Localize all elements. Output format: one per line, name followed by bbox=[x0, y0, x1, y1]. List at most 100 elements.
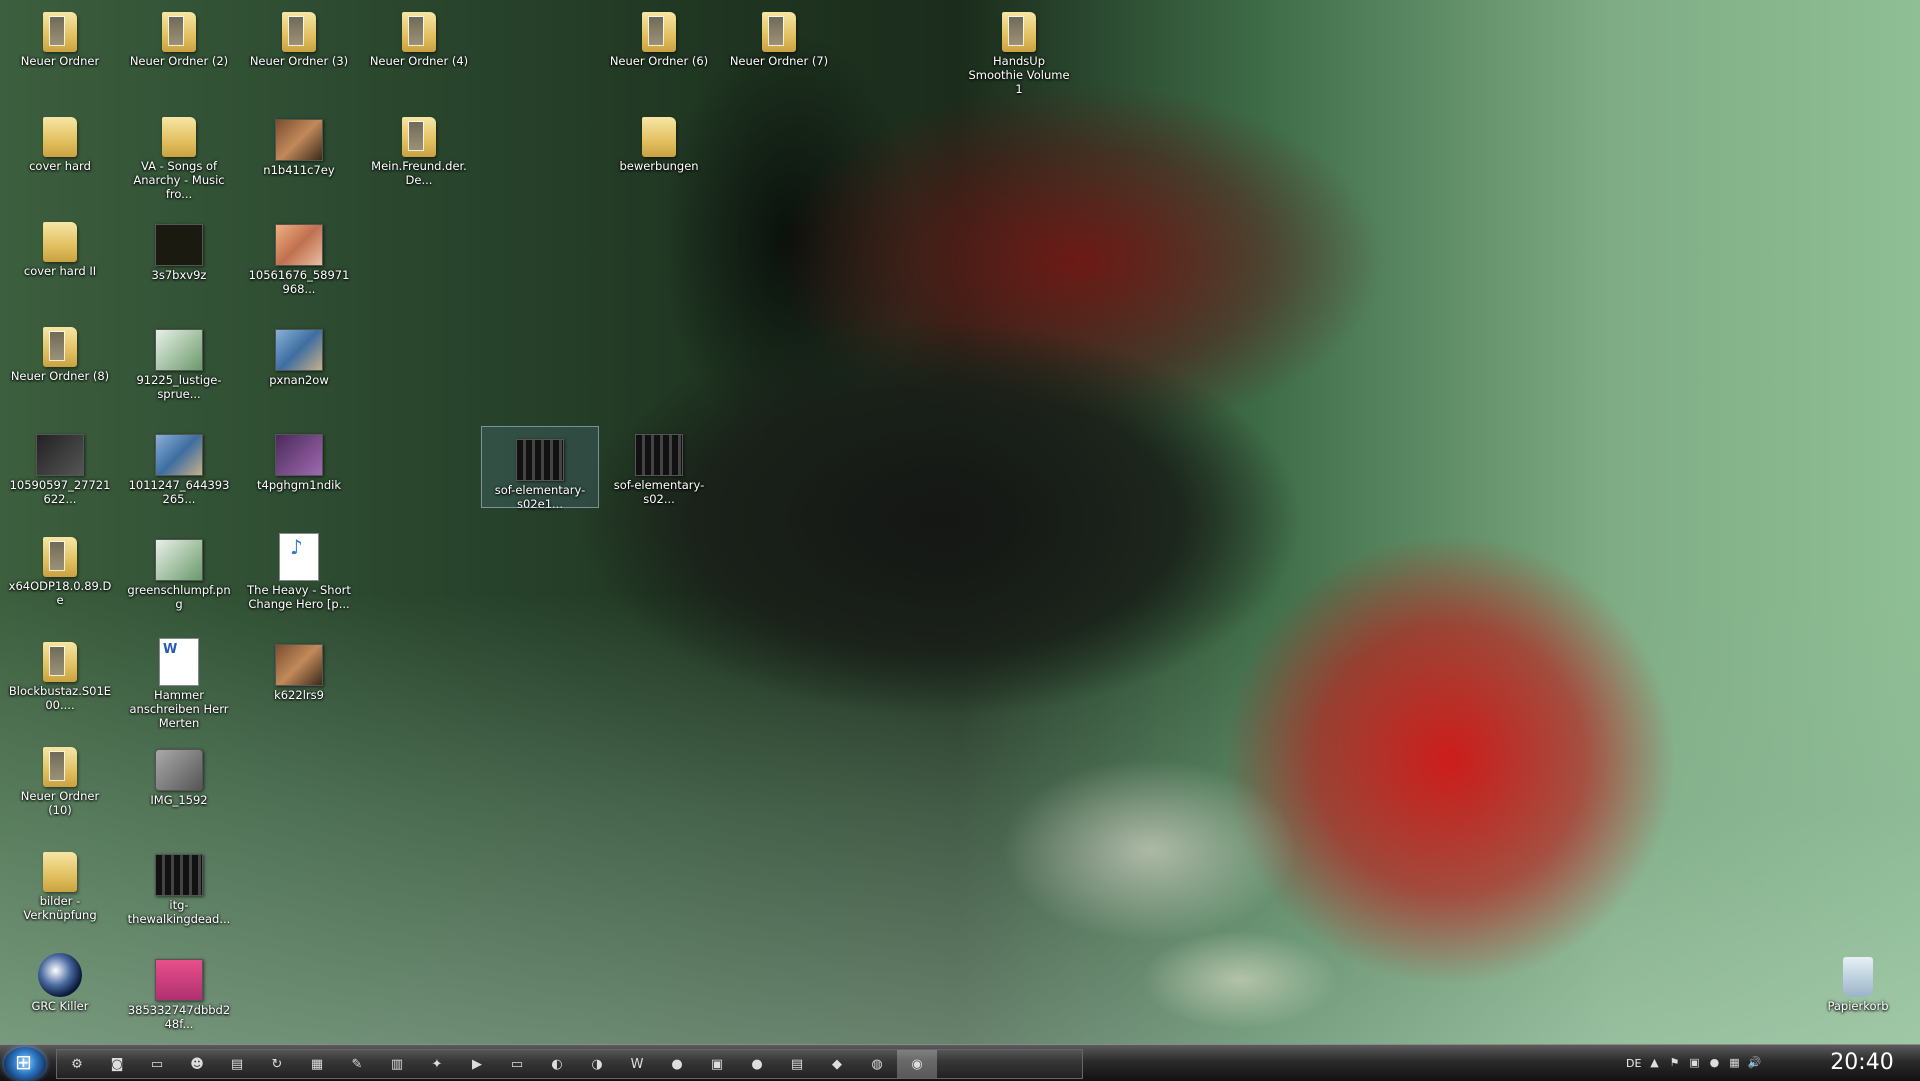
image-thumbnail-icon bbox=[275, 224, 323, 266]
folder-icon bbox=[282, 12, 316, 52]
desktop-icon-video[interactable]: sof-elementary-s02... bbox=[604, 422, 714, 506]
desktop-icon-folder[interactable]: cover hard II bbox=[5, 212, 115, 278]
icon-label: Papierkorb bbox=[1827, 999, 1889, 1013]
quicklaunch-app-icon[interactable]: ● bbox=[657, 1050, 697, 1078]
icon-label: 10561676_58971968... bbox=[248, 268, 350, 296]
desktop-icon-image[interactable]: t4pghgm1ndik bbox=[244, 422, 354, 492]
desktop-icon-folder[interactable]: bewerbungen bbox=[604, 107, 714, 173]
image-thumbnail-icon bbox=[155, 539, 203, 581]
desktop-icon-image[interactable]: 385332747dbbd248f... bbox=[124, 947, 234, 1031]
system-tray: DE ▲ ⚑ ▣ ● ▦ 🔊 bbox=[1626, 1047, 1806, 1079]
icon-label: Neuer Ordner (6) bbox=[609, 54, 709, 68]
image-thumbnail-icon bbox=[275, 329, 323, 371]
desktop-icon-folder[interactable]: Neuer Ordner (7) bbox=[724, 2, 834, 68]
desktop-icon-folder[interactable]: Neuer Ordner (2) bbox=[124, 2, 234, 68]
desktop-icon-folder[interactable]: Neuer Ordner (8) bbox=[5, 317, 115, 383]
desktop-icon-recycle-bin[interactable]: Papierkorb bbox=[1803, 947, 1913, 1013]
desktop-icon-folder[interactable]: cover hard bbox=[5, 107, 115, 173]
folder-icon bbox=[43, 12, 77, 52]
desktop-icon-folder[interactable]: Neuer Ordner (10) bbox=[5, 737, 115, 817]
show-hidden-icons-arrow-icon[interactable]: ▲ bbox=[1647, 1056, 1661, 1070]
desktop-icon-folder[interactable]: x64ODP18.0.89.De bbox=[5, 527, 115, 607]
icon-label: Neuer Ordner (8) bbox=[10, 369, 110, 383]
quicklaunch-app-icon[interactable]: ▦ bbox=[297, 1050, 337, 1078]
desktop-icon-image[interactable]: 91225_lustige-sprue... bbox=[124, 317, 234, 401]
folder-shortcut-icon bbox=[43, 852, 77, 892]
quicklaunch-media-icon[interactable]: ▶ bbox=[457, 1050, 497, 1078]
taskbar: ⚙ ◙ ▭ ☻ ▤ ↻ ▦ ✎ ▥ ✦ ▶ ▭ ◐ ◑ W ● ▣ ● ▤ ◆ … bbox=[0, 1044, 1920, 1081]
icon-label: 10590597_27721622... bbox=[9, 478, 111, 506]
icon-label: GRC Killer bbox=[31, 999, 89, 1013]
desktop-icon-folder[interactable]: Neuer Ordner (6) bbox=[604, 2, 714, 68]
action-center-flag-icon[interactable]: ⚑ bbox=[1667, 1056, 1681, 1070]
image-thumbnail-icon bbox=[155, 329, 203, 371]
folder-icon bbox=[43, 222, 77, 262]
desktop-icon-image[interactable]: k622lrs9 bbox=[244, 632, 354, 702]
quicklaunch-app-icon[interactable]: ▥ bbox=[377, 1050, 417, 1078]
icon-label: sof-elementary-s02... bbox=[613, 478, 705, 506]
tray-app-icon[interactable]: ● bbox=[1707, 1056, 1721, 1070]
quicklaunch-document-icon[interactable]: ▭ bbox=[137, 1050, 177, 1078]
icon-label: VA - Songs of Anarchy - Music fro... bbox=[133, 159, 225, 201]
desktop-icon-video[interactable]: itg-thewalkingdead... bbox=[124, 842, 234, 926]
taskbar-clock[interactable]: 20:40 bbox=[1810, 1049, 1914, 1077]
folder-icon bbox=[43, 327, 77, 367]
icon-label: bewerbungen bbox=[619, 159, 699, 173]
folder-icon bbox=[642, 12, 676, 52]
language-indicator[interactable]: DE bbox=[1626, 1057, 1641, 1070]
desktop-icon-folder[interactable]: HandsUp Smoothie Volume 1 bbox=[964, 2, 1074, 96]
image-thumbnail-icon bbox=[275, 434, 323, 476]
quicklaunch-app-icon[interactable]: ◆ bbox=[817, 1050, 857, 1078]
quicklaunch-app-icon[interactable]: ◐ bbox=[537, 1050, 577, 1078]
desktop-icon-image[interactable]: 1011247_644393265... bbox=[124, 422, 234, 506]
video-file-icon bbox=[635, 434, 683, 476]
quicklaunch-app-icon[interactable]: ▤ bbox=[777, 1050, 817, 1078]
desktop-icon-image[interactable]: 10590597_27721622... bbox=[5, 422, 115, 506]
desktop[interactable]: Neuer Ordner Neuer Ordner (2) Neuer Ordn… bbox=[0, 0, 1920, 1080]
desktop-icon-folder[interactable]: Mein.Freund.der.De... bbox=[364, 107, 474, 187]
quicklaunch-app-icon[interactable]: ✦ bbox=[417, 1050, 457, 1078]
quicklaunch-app-icon[interactable]: ● bbox=[737, 1050, 777, 1078]
desktop-icon-image[interactable]: pxnan2ow bbox=[244, 317, 354, 387]
quicklaunch-explorer-icon[interactable]: ◙ bbox=[97, 1050, 137, 1078]
desktop-icon-video-selected[interactable]: sof-elementary-s02e1... bbox=[481, 426, 599, 511]
desktop-icon-image[interactable]: greenschlumpf.png bbox=[124, 527, 234, 611]
start-button[interactable] bbox=[4, 1047, 46, 1081]
video-file-icon bbox=[155, 854, 203, 896]
desktop-icon-application[interactable]: GRC Killer bbox=[5, 947, 115, 1013]
desktop-icon-folder[interactable]: Neuer Ordner (4) bbox=[364, 2, 474, 68]
quicklaunch-settings-icon[interactable]: ⚙ bbox=[57, 1050, 97, 1078]
network-icon[interactable]: ▦ bbox=[1727, 1056, 1741, 1070]
desktop-icon-folder[interactable]: Blockbustaz.S01E00.... bbox=[5, 632, 115, 712]
folder-icon bbox=[43, 117, 77, 157]
icon-label: itg-thewalkingdead... bbox=[127, 898, 231, 926]
desktop-icon-image[interactable]: 3s7bxv9z bbox=[124, 212, 234, 282]
desktop-icon-folder[interactable]: Neuer Ordner bbox=[5, 2, 115, 68]
desktop-icon-shortcut[interactable]: bilder - Verknüpfung bbox=[5, 842, 115, 922]
folder-icon bbox=[43, 537, 77, 577]
desktop-icon-image[interactable]: IMG_1592 bbox=[124, 737, 234, 807]
quicklaunch-app-icon[interactable]: ↻ bbox=[257, 1050, 297, 1078]
desktop-icon-image[interactable]: n1b411c7ey bbox=[244, 107, 354, 177]
desktop-icon-folder[interactable]: VA - Songs of Anarchy - Music fro... bbox=[124, 107, 234, 201]
image-thumbnail-icon bbox=[155, 959, 203, 1001]
quicklaunch-word-icon[interactable]: W bbox=[617, 1050, 657, 1078]
quicklaunch-folder-icon[interactable]: ▭ bbox=[497, 1050, 537, 1078]
quicklaunch-app-icon[interactable]: ✎ bbox=[337, 1050, 377, 1078]
quicklaunch-app-icon[interactable]: ◑ bbox=[577, 1050, 617, 1078]
quicklaunch-firefox-icon[interactable]: ◉ bbox=[897, 1050, 937, 1078]
desktop-icon-folder[interactable]: Neuer Ordner (3) bbox=[244, 2, 354, 68]
desktop-icon-document[interactable]: Hammer anschreiben Herr Merten bbox=[124, 632, 234, 730]
quicklaunch-app-icon[interactable]: ▣ bbox=[697, 1050, 737, 1078]
desktop-icon-image[interactable]: 10561676_58971968... bbox=[244, 212, 354, 296]
icon-label: Blockbustaz.S01E00.... bbox=[8, 684, 112, 712]
quicklaunch-app-icon[interactable]: ☻ bbox=[177, 1050, 217, 1078]
icon-label: Neuer Ordner (4) bbox=[369, 54, 469, 68]
icon-label: pxnan2ow bbox=[269, 373, 329, 387]
folder-icon bbox=[43, 642, 77, 682]
desktop-icon-mp3[interactable]: The Heavy - Short Change Hero [p... bbox=[244, 527, 354, 611]
quicklaunch-browser-icon[interactable]: ◍ bbox=[857, 1050, 897, 1078]
volume-icon[interactable]: 🔊 bbox=[1747, 1056, 1762, 1070]
quicklaunch-app-icon[interactable]: ▤ bbox=[217, 1050, 257, 1078]
tray-app-icon[interactable]: ▣ bbox=[1687, 1056, 1701, 1070]
